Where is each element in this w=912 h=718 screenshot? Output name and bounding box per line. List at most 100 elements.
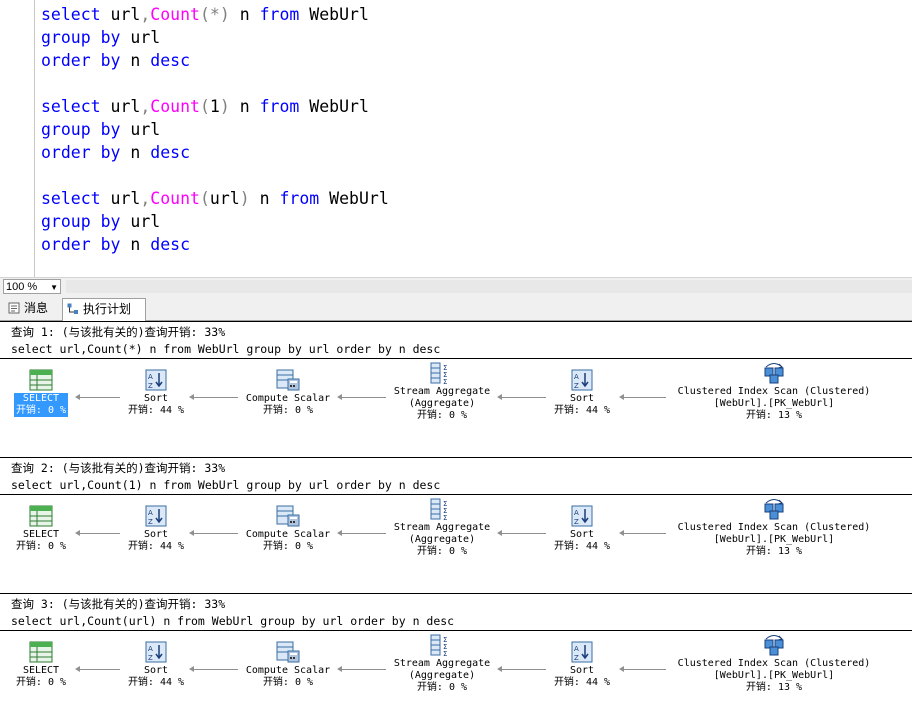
svg-text:Z: Z: [148, 518, 153, 526]
plan-node-stream[interactable]: Σ Σ Σ Stream Aggregate (Aggregate) 开销: 0 %: [382, 634, 502, 694]
sort-icon: AZ: [570, 505, 594, 527]
code-line[interactable]: order by n desc: [41, 233, 190, 256]
plan-node-name: Stream Aggregate: [393, 658, 491, 669]
zoom-value: 100 %: [6, 281, 38, 293]
sort-icon: AZ: [570, 641, 594, 663]
plan-node-name: Clustered Index Scan (Clustered): [677, 386, 871, 397]
plan-node-select[interactable]: SELECT 开销: 0 %: [0, 505, 101, 553]
tab-messages-label: 消息: [24, 301, 49, 315]
plan-node-cost: 开销: 0 %: [15, 677, 67, 688]
plan-node-name: Sort: [569, 529, 595, 540]
sort-icon: AZ: [144, 505, 168, 527]
plan-node-compute[interactable]: Compute Scalar 开销: 0 %: [228, 641, 348, 689]
code-token: ): [219, 97, 230, 116]
clustered-index-scan-icon: [762, 634, 786, 656]
code-token: Count: [150, 5, 200, 24]
plan-node-cost: 开销: 0 %: [262, 677, 314, 688]
compute-scalar-icon: [276, 641, 300, 663]
plan-node-select[interactable]: SELECT 开销: 0 %: [0, 369, 101, 417]
code-line[interactable]: order by n desc: [41, 49, 190, 72]
plan-node-cost: 开销: 13 %: [745, 682, 803, 693]
clustered-index-scan-icon: [762, 498, 786, 520]
query-sql-text: select url,Count(1) n from WebUrl group …: [11, 478, 441, 492]
plan-node-name: SELECT: [22, 665, 60, 676]
plan-node-label: SELECT 开销: 0 %: [13, 393, 69, 417]
tab-messages[interactable]: 消息: [4, 298, 62, 319]
svg-text:Z: Z: [148, 382, 153, 390]
code-token: order by: [41, 51, 131, 70]
plan-node-name: SELECT: [22, 393, 60, 404]
svg-text:A: A: [574, 373, 579, 381]
svg-text:A: A: [148, 645, 153, 653]
code-token: order by: [41, 143, 131, 162]
plan-node-cost: 开销: 0 %: [15, 405, 67, 416]
code-token: select: [41, 5, 111, 24]
plan-node-name: Sort: [143, 393, 169, 404]
code-token: url: [110, 97, 141, 116]
plan-node-scan[interactable]: Clustered Index Scan (Clustered) [WebUrl]…: [659, 634, 889, 694]
plan-node-cost: 开销: 0 %: [416, 410, 468, 421]
svg-text:Σ: Σ: [443, 650, 447, 656]
plan-node-scan[interactable]: Clustered Index Scan (Clustered) [WebUrl]…: [659, 362, 889, 422]
data-flow-arrow: [337, 394, 386, 400]
code-line[interactable]: order by n desc: [41, 141, 190, 164]
code-line[interactable]: group by url: [41, 210, 160, 233]
code-line[interactable]: group by url: [41, 118, 160, 141]
query-plan-3: 查询 3: (与该批有关的)查询开销: 33% select url,Count(…: [0, 593, 912, 718]
code-token: group by: [41, 28, 131, 47]
query-cost-title: 查询 3: (与该批有关的)查询开销: 33%: [11, 597, 226, 611]
horizontal-scrollbar[interactable]: [66, 280, 912, 293]
plan-node-name: Sort: [569, 665, 595, 676]
code-token: from: [279, 189, 320, 208]
plan-node-cost: 开销: 44 %: [553, 677, 611, 688]
code-token: WebUrl: [299, 97, 369, 116]
sort-icon: AZ: [144, 641, 168, 663]
plan-node-scan[interactable]: Clustered Index Scan (Clustered) [WebUrl]…: [659, 498, 889, 558]
plan-node-label: Sort 开销: 44 %: [96, 393, 216, 417]
svg-text:A: A: [574, 645, 579, 653]
code-token: n: [229, 5, 260, 24]
plan-node-cost: 开销: 44 %: [127, 541, 185, 552]
code-token: desc: [150, 51, 191, 70]
plan-node-compute[interactable]: Compute Scalar 开销: 0 %: [228, 369, 348, 417]
plan-node-name: Stream Aggregate: [393, 386, 491, 397]
code-line[interactable]: select url,Count(1) n from WebUrl: [41, 95, 369, 118]
zoom-select[interactable]: 100 % ▼: [3, 279, 61, 294]
plan-node-select[interactable]: SELECT 开销: 0 %: [0, 641, 101, 689]
plan-node-sort[interactable]: A Z Sort 开销: 44 %: [522, 641, 642, 689]
execution-plan-icon: [67, 303, 78, 314]
plan-node-label: Compute Scalar 开销: 0 %: [228, 393, 348, 417]
plan-node-sort[interactable]: A Z Sort 开销: 44 %: [522, 369, 642, 417]
plan-node-sub: (Aggregate): [408, 398, 476, 409]
plan-node-name: Compute Scalar: [245, 665, 331, 676]
code-token: ,: [140, 97, 151, 116]
query-editor[interactable]: select url,Count(*) n from WebUrl group b…: [0, 0, 912, 277]
code-line[interactable]: select url,Count(*) n from WebUrl: [41, 3, 369, 26]
execution-plan-panel: 查询 1: (与该批有关的)查询开销: 33% select url,Count(…: [0, 321, 912, 718]
plan-node-sort[interactable]: A Z Sort 开销: 44 %: [96, 369, 216, 417]
code-token: from: [259, 5, 300, 24]
tab-execution-plan[interactable]: 执行计划: [62, 298, 146, 321]
tab-execution-plan-label: 执行计划: [83, 302, 132, 316]
svg-text:A: A: [148, 373, 153, 381]
plan-node-stream[interactable]: Σ Σ Σ Stream Aggregate (Aggregate) 开销: 0 %: [382, 362, 502, 422]
plan-node-sort[interactable]: A Z Sort 开销: 44 %: [522, 505, 642, 553]
data-flow-arrow: [337, 666, 386, 672]
plan-node-compute[interactable]: Compute Scalar 开销: 0 %: [228, 505, 348, 553]
plan-node-label: Sort 开销: 44 %: [522, 665, 642, 689]
plan-node-cost: 开销: 13 %: [745, 546, 803, 557]
code-token: ,: [140, 189, 151, 208]
query-cost-title: 查询 2: (与该批有关的)查询开销: 33%: [11, 461, 226, 475]
query-sql-text: select url,Count(url) n from WebUrl grou…: [11, 614, 455, 628]
code-line[interactable]: select url,Count(url) n from WebUrl: [41, 187, 389, 210]
plan-node-sort[interactable]: A Z Sort 开销: 44 %: [96, 641, 216, 689]
code-line[interactable]: group by url: [41, 26, 160, 49]
plan-node-cost: 开销: 0 %: [262, 541, 314, 552]
code-token: WebUrl: [319, 189, 389, 208]
plan-node-stream[interactable]: Σ Σ Σ Stream Aggregate (Aggregate) 开销: 0 %: [382, 498, 502, 558]
plan-node-label: Clustered Index Scan (Clustered) [WebUrl]…: [659, 386, 889, 422]
plan-node-name: Stream Aggregate: [393, 522, 491, 533]
plan-node-sort[interactable]: A Z Sort 开销: 44 %: [96, 505, 216, 553]
query-plan-1: 查询 1: (与该批有关的)查询开销: 33% select url,Count(…: [0, 321, 912, 457]
plan-node-label: Stream Aggregate (Aggregate) 开销: 0 %: [382, 522, 502, 558]
